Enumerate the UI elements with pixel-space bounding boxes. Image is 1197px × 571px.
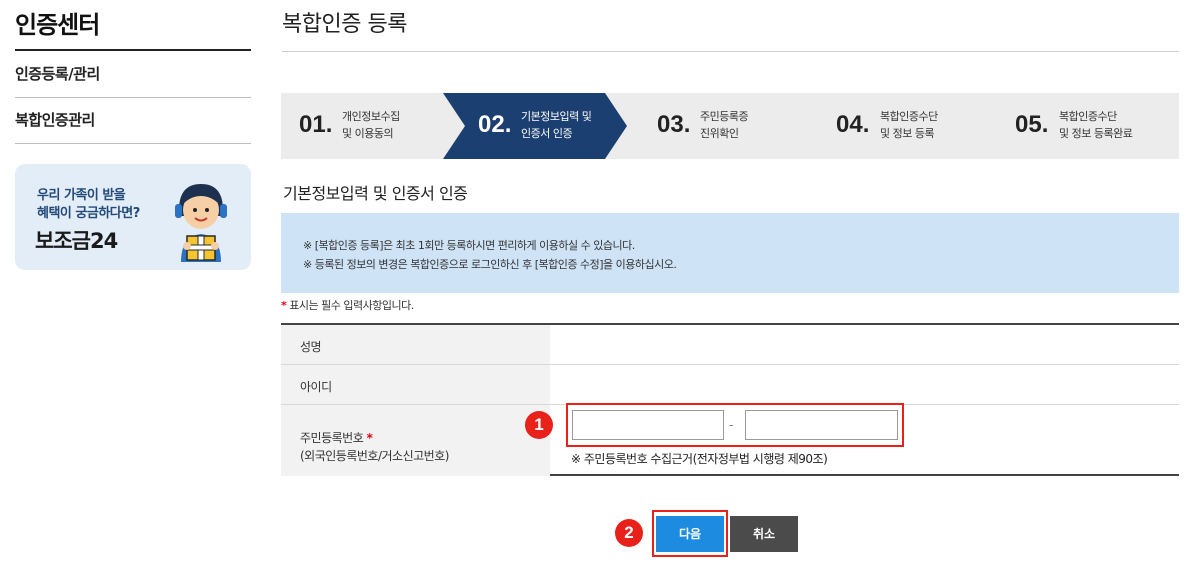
subsidy24-banner[interactable]: 우리 가족이 받을 혜택이 궁금하다면? 보조금24 (15, 164, 251, 270)
sidebar-item-multi-auth[interactable]: 복합인증관리 (15, 98, 251, 144)
banner-brand: 보조금24 (35, 229, 118, 253)
step-5-line-2: 및 정보 등록완료 (1059, 127, 1133, 140)
step-3-number: 03. (657, 111, 691, 138)
step-1: 01. 개인정보수집 및 이용동의 (281, 93, 451, 159)
step-3-line-2: 진위확인 (700, 127, 739, 140)
step-1-line-1: 개인정보수집 (342, 110, 400, 123)
mascot-holding-gift-icon (175, 184, 227, 262)
rrn-required-star: * (366, 431, 373, 445)
step-1-line-2: 및 이용동의 (342, 127, 394, 140)
step-4-line-2: 및 정보 등록 (880, 127, 935, 140)
sidebar-title: 인증센터 (15, 10, 251, 51)
highlight-box-next (652, 510, 728, 557)
sidebar-item-cert-manage[interactable]: 인증등록/관리 (15, 52, 251, 98)
step-3: 03. 주민등록증 진위확인 (641, 93, 811, 159)
step-marker-1: 1 (525, 411, 553, 439)
step-5-line-1: 복합인증수단 (1059, 110, 1117, 123)
form-label-cell: 주민등록번호 * (외국인등록번호/거소신고번호) (281, 405, 550, 476)
step-5: 05. 복합인증수단 및 정보 등록완료 (1001, 93, 1179, 159)
step-2-line-2: 인증서 인증 (521, 127, 573, 140)
rrn-label-text: 주민등록번호 (300, 431, 364, 445)
cancel-button[interactable]: 취소 (730, 516, 798, 552)
notice-line-1: ※ [복합인증 등록]은 최초 1회만 등록하시면 편리하게 이용하실 수 있습… (303, 239, 635, 252)
step-5-number: 05. (1015, 111, 1049, 138)
step-2-number: 02. (478, 111, 512, 138)
notice-line-2: ※ 등록된 정보의 변경은 복합인증으로 로그인하신 후 [복합인증 수정]을 … (303, 258, 677, 271)
step-2-active: 02. 기본정보입력 및 인증서 인증 (461, 93, 631, 159)
banner-line-1: 우리 가족이 받을 (37, 188, 126, 203)
step-2-line-1: 기본정보입력 및 (521, 110, 592, 123)
form-label-cell: 아이디 (281, 365, 550, 404)
title-divider (282, 51, 1179, 52)
required-note-text: 표시는 필수 입력사항입니다. (286, 299, 414, 312)
form-row-name: 성명 (281, 325, 1179, 365)
step-4-line-1: 복합인증수단 (880, 110, 938, 123)
section-title: 기본정보입력 및 인증서 인증 (283, 184, 468, 203)
page-title: 복합인증 등록 (282, 12, 407, 37)
rrn-collection-basis-note: ※ 주민등록번호 수집근거(전자정부법 시행령 제90조) (571, 452, 828, 466)
banner-line-2: 혜택이 궁금하다면? (37, 206, 140, 221)
form-row-id: 아이디 (281, 365, 1179, 405)
id-label: 아이디 (300, 380, 332, 394)
notice-box: ※ [복합인증 등록]은 최초 1회만 등록하시면 편리하게 이용하실 수 있습… (281, 213, 1179, 293)
required-fields-note: * 표시는 필수 입력사항입니다. (281, 297, 414, 313)
progress-stepper: 01. 개인정보수집 및 이용동의 02. 기본정보입력 및 인증서 인증 03… (281, 93, 1179, 159)
step-4: 04. 복합인증수단 및 정보 등록 (821, 93, 991, 159)
name-label: 성명 (300, 340, 322, 354)
step-4-number: 04. (836, 111, 870, 138)
form-label-cell: 성명 (281, 325, 550, 364)
rrn-sublabel: (외국인등록번호/거소신고번호) (300, 449, 449, 463)
step-1-number: 01. (299, 111, 333, 138)
highlight-box-rrn (566, 403, 904, 447)
step-3-line-1: 주민등록증 (700, 110, 749, 123)
step-marker-2: 2 (615, 519, 643, 547)
rrn-label: 주민등록번호 * (300, 429, 373, 446)
